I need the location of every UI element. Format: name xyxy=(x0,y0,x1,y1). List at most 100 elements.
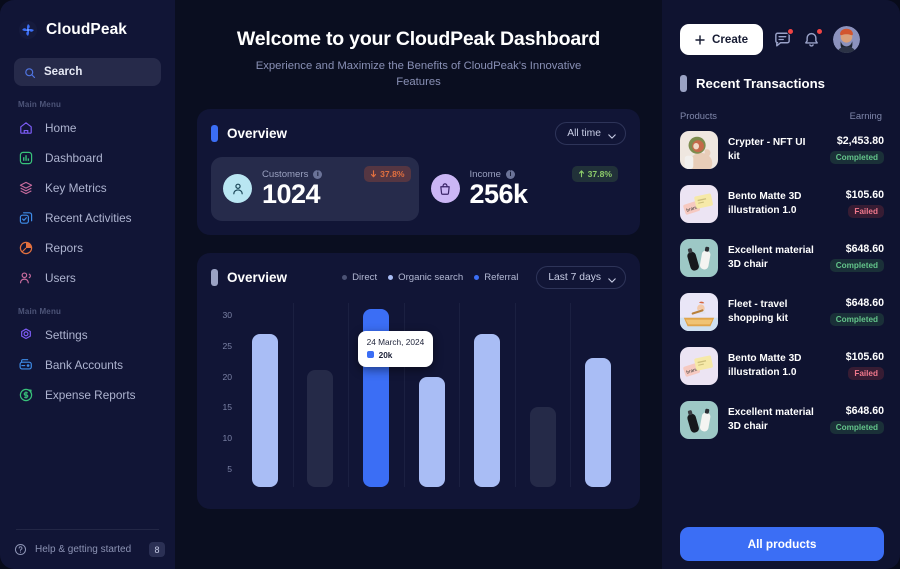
bell-icon[interactable] xyxy=(802,30,821,49)
chart-card: Overview Direct Organic search xyxy=(197,253,640,509)
sidebar-item-settings[interactable]: Settings xyxy=(0,320,175,350)
overview-card: Overview All time xyxy=(197,109,640,235)
bottles-thumb xyxy=(680,401,718,439)
transactions-header: Recent Transactions xyxy=(680,73,884,92)
transaction-earning: $2,453.80Completed xyxy=(830,135,884,165)
chart-card-header: Overview Direct Organic search xyxy=(211,266,626,289)
sidebar-item-label: Settings xyxy=(45,328,88,342)
main-area: Welcome to your CloudPeak Dashboard Expe… xyxy=(175,0,900,569)
transaction-name: Crypter - NFT UI kit xyxy=(728,136,820,164)
transaction-row[interactable]: brandBento Matte 3D illustration 1.0$105… xyxy=(680,339,884,393)
settings-icon xyxy=(18,327,34,343)
stat-body: Customers i 1024 xyxy=(262,169,322,209)
bar-column[interactable]: Jun xyxy=(515,303,571,487)
legend-item-referral: Referral xyxy=(474,272,518,283)
tooltip-value: 20k xyxy=(379,350,393,360)
nft-portrait-thumb xyxy=(680,131,718,169)
chevron-down-icon xyxy=(608,275,616,280)
stat-card-customers[interactable]: Customers i 1024 37.8% xyxy=(211,157,419,221)
transaction-name: Bento Matte 3D illustration 1.0 xyxy=(728,352,836,380)
transaction-row[interactable]: Excellent material 3D chair$648.60Comple… xyxy=(680,231,884,285)
legend-label: Direct xyxy=(352,272,377,283)
welcome-block: Welcome to your CloudPeak Dashboard Expe… xyxy=(197,0,640,91)
bar-column[interactable]: May xyxy=(459,303,515,487)
transaction-row[interactable]: Fleet - travel shopping kit$648.60Comple… xyxy=(680,285,884,339)
transaction-row[interactable]: brandBento Matte 3D illustration 1.0$105… xyxy=(680,177,884,231)
help-getting-started[interactable]: Help & getting started 8 xyxy=(0,530,175,561)
bar-may[interactable] xyxy=(474,334,500,487)
y-axis: 51015202530 xyxy=(211,303,237,509)
boat-thumb xyxy=(680,293,718,331)
transaction-amount: $648.60 xyxy=(830,405,884,417)
search-input[interactable]: Search xyxy=(14,58,161,86)
transaction-amount: $648.60 xyxy=(830,297,884,309)
bar-jun[interactable] xyxy=(530,407,556,487)
dashboard-app: CloudPeak Search Main Menu Home Dashboar… xyxy=(0,0,900,569)
sidebar-item-label: Expense Reports xyxy=(45,388,136,402)
info-icon[interactable]: i xyxy=(313,170,322,179)
chart-title: Overview xyxy=(227,270,287,285)
transaction-name: Excellent material 3D chair xyxy=(728,406,820,434)
accent-marker-icon xyxy=(211,125,218,142)
bar-jul[interactable] xyxy=(585,358,611,487)
sidebar-item-recent-activities[interactable]: Recent Activities xyxy=(0,203,175,233)
sidebar-item-key-metrics[interactable]: Key Metrics xyxy=(0,173,175,203)
last-7-days-dropdown[interactable]: Last 7 days xyxy=(536,266,626,289)
bank-icon xyxy=(18,357,34,373)
bar-column[interactable]: Feb xyxy=(293,303,349,487)
sidebar-item-bank-accounts[interactable]: Bank Accounts xyxy=(0,350,175,380)
all-time-dropdown[interactable]: All time xyxy=(555,122,626,145)
transaction-row[interactable]: Excellent material 3D chair$648.60Comple… xyxy=(680,393,884,447)
status-badge: Failed xyxy=(848,205,884,218)
cloudpeak-logo-icon xyxy=(18,20,38,40)
sidebar-item-users[interactable]: Users xyxy=(0,263,175,293)
sidebar-item-label: Repors xyxy=(45,241,83,255)
message-icon[interactable] xyxy=(773,30,792,49)
tooltip-row: 20k xyxy=(367,350,425,360)
legend-label: Referral xyxy=(484,272,518,283)
page-title: Welcome to your CloudPeak Dashboard xyxy=(197,28,640,51)
sidebar-item-expense-reports[interactable]: Expense Reports xyxy=(0,380,175,410)
brand[interactable]: CloudPeak xyxy=(0,0,175,52)
menu-group-label-2: Main Menu xyxy=(0,293,175,320)
avatar[interactable] xyxy=(833,26,860,53)
transaction-earning: $105.60Failed xyxy=(846,351,884,381)
legend-dot-icon xyxy=(474,275,479,280)
transactions-title: Recent Transactions xyxy=(696,76,825,91)
info-icon[interactable]: i xyxy=(506,170,515,179)
bar-apr[interactable] xyxy=(419,377,445,487)
accent-marker-icon xyxy=(680,75,687,92)
reports-pie-icon xyxy=(18,240,34,256)
transaction-amount: $105.60 xyxy=(846,189,884,201)
sidebar-item-dashboard[interactable]: Dashboard xyxy=(0,143,175,173)
sidebar-spacer xyxy=(0,410,175,529)
bar-column[interactable]: Jul xyxy=(570,303,626,487)
notification-dot xyxy=(787,28,794,35)
transaction-name: Fleet - travel shopping kit xyxy=(728,298,820,326)
sidebar-item-home[interactable]: Home xyxy=(0,113,175,143)
y-axis-tick: 25 xyxy=(222,341,232,351)
status-badge-delta-down: 37.8% xyxy=(364,166,410,182)
bar-feb[interactable] xyxy=(307,370,333,487)
home-icon xyxy=(18,120,34,136)
y-axis-tick: 30 xyxy=(222,310,232,320)
sidebar-item-repors[interactable]: Repors xyxy=(0,233,175,263)
legend-item-direct: Direct xyxy=(342,272,377,283)
legend-dot-icon xyxy=(342,275,347,280)
sidebar: CloudPeak Search Main Menu Home Dashboar… xyxy=(0,0,175,569)
transaction-row[interactable]: Crypter - NFT UI kit $2,453.80Completed xyxy=(680,123,884,177)
create-button[interactable]: Create xyxy=(680,24,763,55)
bar-column[interactable]: Jan xyxy=(237,303,293,487)
transaction-amount: $105.60 xyxy=(846,351,884,363)
stat-card-income[interactable]: Income i 256k 37.8% xyxy=(419,157,627,221)
chevron-down-icon xyxy=(608,131,616,136)
all-products-button[interactable]: All products xyxy=(680,527,884,561)
sidebar-item-label: Key Metrics xyxy=(45,181,107,195)
expense-icon xyxy=(18,387,34,403)
customer-avatar-icon xyxy=(223,174,252,203)
layers-icon xyxy=(18,180,34,196)
stats-row: Customers i 1024 37.8% xyxy=(211,157,626,221)
stat-body: Income i 256k xyxy=(470,169,528,209)
arrow-down-icon xyxy=(370,170,377,178)
bar-jan[interactable] xyxy=(252,334,278,487)
